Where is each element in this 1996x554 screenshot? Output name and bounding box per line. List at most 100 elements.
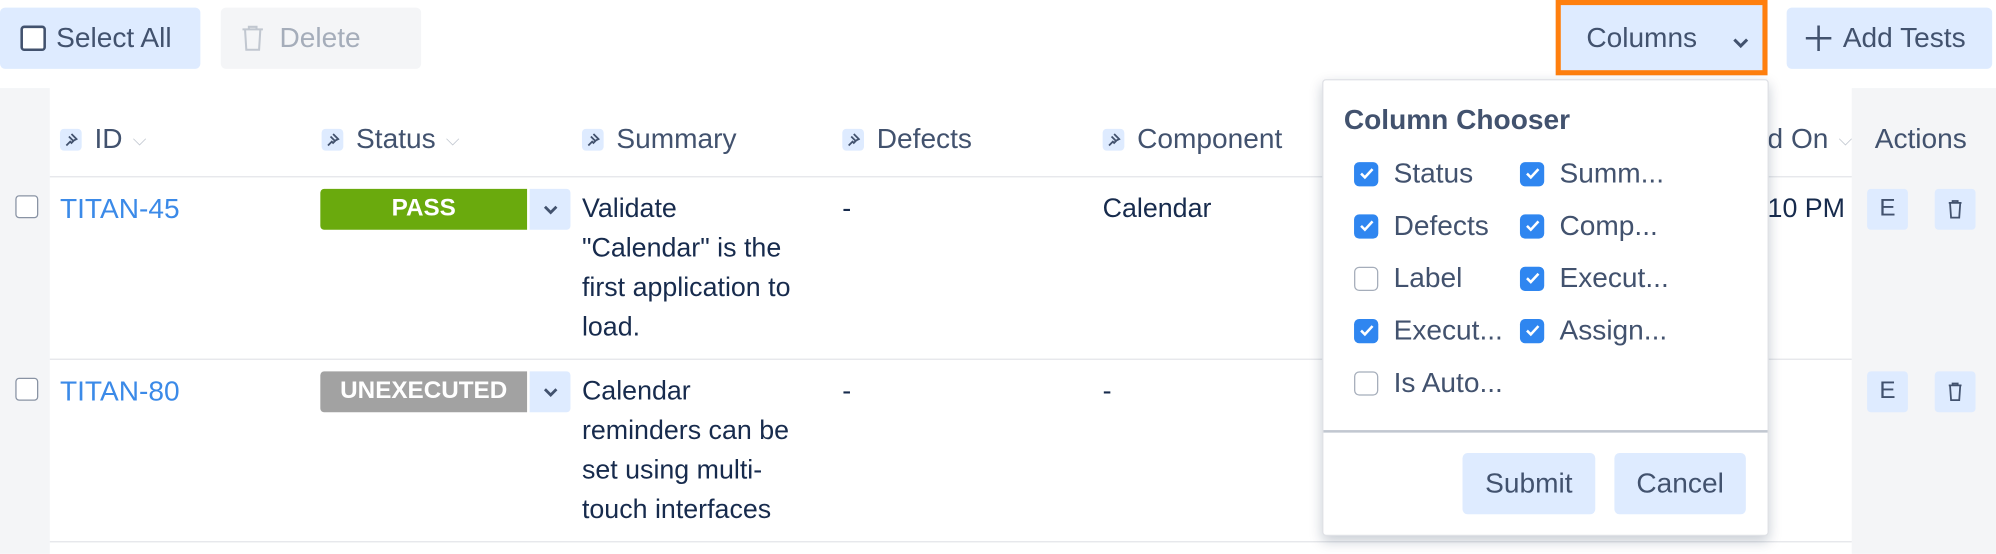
summary-cell: Calendar reminders can be set using mult… — [582, 371, 789, 529]
trash-icon — [1948, 382, 1962, 401]
trash-icon — [242, 25, 263, 51]
column-option-summary[interactable]: Summ... — [1519, 156, 1665, 190]
checkbox-icon[interactable] — [1354, 213, 1379, 239]
row-checkbox[interactable] — [15, 195, 39, 219]
sort-icon: ⌵ — [445, 128, 460, 149]
checkbox-icon[interactable] — [1354, 266, 1379, 291]
status-dropdown-button[interactable] — [529, 188, 571, 230]
column-option-label: Status — [1393, 156, 1474, 189]
summary-line: touch interfaces — [581, 495, 772, 525]
actions-column-bg — [1851, 88, 1996, 554]
column-option-executed-by[interactable]: Execut... — [1519, 261, 1669, 295]
column-option-assignee[interactable]: Assign... — [1519, 313, 1668, 347]
summary-line: Validate — [581, 193, 677, 224]
column-header-executed-on[interactable]: d On ⌵ — [1768, 123, 1853, 156]
checkbox-icon[interactable] — [1519, 266, 1545, 291]
delete-label: Delete — [279, 21, 361, 54]
delete-row-button[interactable] — [1934, 371, 1976, 413]
column-option-label: Execut... — [1559, 261, 1669, 294]
submit-button[interactable]: Submit — [1462, 453, 1596, 515]
column-option-executed-on[interactable]: Execut... — [1354, 314, 1503, 347]
select-all-button[interactable]: Select All — [0, 7, 201, 69]
summary-line: Calendar — [581, 376, 691, 406]
column-header-component[interactable]: Component — [1102, 122, 1283, 156]
pin-icon — [581, 128, 604, 150]
column-option-is-automated[interactable]: Is Auto... — [1354, 366, 1503, 399]
column-header-summary[interactable]: Summary — [581, 122, 737, 156]
column-option-defects[interactable]: Defects — [1354, 209, 1489, 242]
column-header-label: Status — [356, 122, 436, 155]
delete-row-button[interactable] — [1934, 188, 1976, 230]
column-header-label: Actions — [1874, 122, 1967, 155]
pin-icon — [59, 128, 82, 150]
checkbox-icon[interactable] — [1354, 370, 1379, 395]
edit-button[interactable]: E — [1867, 188, 1908, 230]
chevron-down-icon — [543, 205, 557, 214]
checkbox-icon[interactable] — [1519, 318, 1545, 343]
summary-line: set using multi- — [581, 455, 763, 485]
checkbox-icon[interactable] — [1519, 161, 1545, 186]
status-dropdown-button[interactable] — [529, 371, 571, 413]
column-header-label: Summary — [616, 122, 737, 155]
column-option-label: Defects — [1393, 209, 1489, 242]
checkbox-icon[interactable] — [1354, 318, 1379, 343]
chevron-down-icon — [1733, 38, 1749, 49]
summary-line: "Calendar" is the — [581, 233, 782, 263]
add-tests-button[interactable]: Add Tests — [1786, 7, 1993, 69]
checkbox-icon[interactable] — [1519, 213, 1545, 239]
row-selector-gutter — [0, 88, 50, 554]
test-execution-grid: Select All Delete Columns Add Tests ID ⌵… — [0, 0, 1996, 554]
row-checkbox[interactable] — [15, 377, 39, 401]
plus-icon — [1805, 25, 1832, 52]
column-option-status[interactable]: Status — [1354, 157, 1473, 190]
column-header-label: Component — [1137, 122, 1283, 155]
summary-line: load. — [581, 312, 641, 343]
column-header-label: Defects — [876, 122, 972, 155]
status-lozenge[interactable]: PASS — [320, 188, 528, 230]
column-header-actions: Actions — [1875, 123, 1967, 156]
summary-line: reminders can be — [581, 416, 790, 446]
status-lozenge[interactable]: UNEXECUTED — [320, 371, 528, 413]
column-header-status[interactable]: Status ⌵ — [321, 122, 460, 156]
summary-line: first application to — [581, 273, 791, 303]
defects-cell: - — [842, 193, 852, 224]
test-id-link[interactable]: TITAN-80 — [60, 371, 180, 411]
column-chooser-title: Column Chooser — [1343, 103, 1571, 136]
columns-button[interactable]: Columns — [1555, 0, 1768, 76]
column-option-label: Is Auto... — [1393, 366, 1503, 399]
pin-icon — [1102, 128, 1125, 150]
trash-icon — [1948, 200, 1962, 219]
edit-button[interactable]: E — [1867, 371, 1908, 413]
column-option-label: Summ... — [1559, 156, 1665, 189]
column-option-label-col[interactable]: Label — [1354, 262, 1462, 295]
column-option-label: Comp... — [1559, 209, 1658, 242]
pin-icon — [842, 128, 864, 150]
add-tests-label: Add Tests — [1842, 21, 1966, 54]
column-chooser-popup: Column Chooser Status Summ... Defects Co… — [1322, 79, 1769, 537]
summary-cell: Validate "Calendar" is the first applica… — [582, 189, 791, 347]
cancel-button[interactable]: Cancel — [1614, 453, 1746, 515]
column-header-label: d On — [1767, 122, 1829, 155]
column-header-defects[interactable]: Defects — [842, 123, 972, 156]
executed-on-cell: 10 PM — [1767, 193, 1846, 224]
chevron-down-icon — [543, 387, 557, 397]
column-option-label: Label — [1393, 261, 1463, 294]
checkbox-icon — [20, 25, 46, 52]
checkbox-icon[interactable] — [1354, 161, 1379, 186]
sort-icon: ⌵ — [132, 128, 147, 149]
pin-icon — [321, 128, 344, 150]
select-all-label: Select All — [56, 21, 172, 54]
column-header-label: ID — [94, 122, 123, 155]
popup-divider — [1323, 430, 1768, 433]
column-option-component[interactable]: Comp... — [1519, 209, 1658, 242]
sort-icon: ⌵ — [1838, 128, 1853, 149]
component-cell: - — [1102, 376, 1112, 406]
delete-button[interactable]: Delete — [220, 7, 422, 69]
column-option-label: Execut... — [1393, 313, 1503, 346]
test-id-link[interactable]: TITAN-45 — [60, 189, 180, 229]
component-cell: Calendar — [1102, 193, 1212, 224]
defects-cell: - — [842, 376, 852, 406]
columns-label: Columns — [1586, 21, 1698, 53]
column-header-id[interactable]: ID ⌵ — [59, 122, 147, 156]
column-option-label: Assign... — [1559, 313, 1668, 346]
